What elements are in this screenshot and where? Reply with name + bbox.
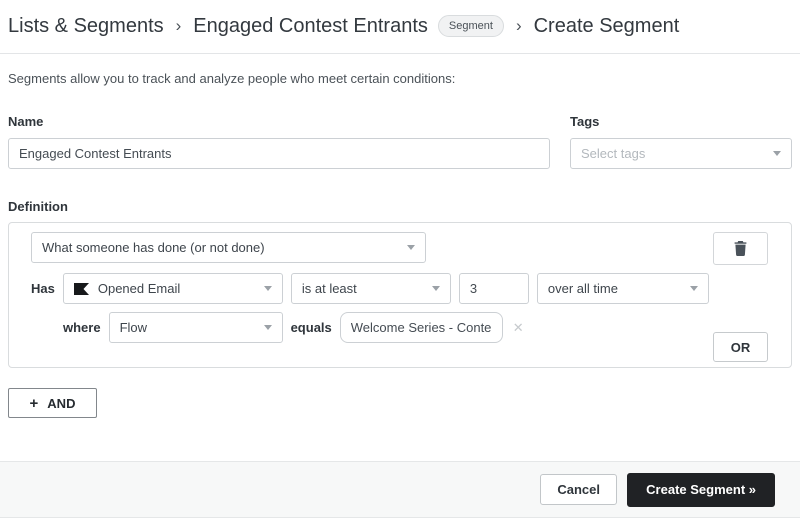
delete-condition-button[interactable]	[713, 232, 768, 265]
breadcrumb-current-page: Create Segment	[534, 12, 680, 40]
caret-down-icon	[432, 286, 440, 291]
caret-down-icon	[264, 325, 272, 330]
property-value: Flow	[120, 320, 147, 335]
add-and-condition-button[interactable]: + AND	[8, 388, 97, 418]
operator-select[interactable]: is at least	[291, 273, 451, 304]
tags-placeholder: Select tags	[581, 146, 645, 161]
metric-select[interactable]: Opened Email	[63, 273, 283, 304]
klaviyo-flag-icon	[74, 283, 89, 295]
metric-condition-row: Has Opened Email is at least over all ti…	[31, 273, 768, 304]
caret-down-icon	[407, 245, 415, 250]
close-icon[interactable]: ✕	[513, 320, 524, 336]
plus-icon: +	[30, 395, 39, 412]
segment-type-badge: Segment	[438, 15, 504, 37]
property-select[interactable]: Flow	[109, 312, 283, 343]
breadcrumb-link-segment-name[interactable]: Engaged Contest Entrants	[193, 12, 428, 40]
tags-field-group: Tags Select tags	[570, 114, 792, 169]
equals-label: equals	[291, 320, 332, 335]
name-tags-row: Name Tags Select tags	[8, 114, 792, 169]
operator-value: is at least	[302, 281, 357, 296]
condition-type-row: What someone has done (or not done)	[31, 232, 768, 265]
count-input[interactable]	[459, 273, 529, 304]
where-label: where	[63, 320, 101, 335]
has-label: Has	[31, 281, 55, 296]
or-button[interactable]: OR	[713, 332, 768, 362]
create-segment-button[interactable]: Create Segment »	[627, 473, 775, 507]
name-label: Name	[8, 114, 550, 129]
property-value-input[interactable]	[340, 312, 503, 343]
breadcrumb-separator: ›	[176, 12, 182, 40]
definition-label: Definition	[8, 199, 792, 214]
caret-down-icon	[264, 286, 272, 291]
name-field-group: Name	[8, 114, 550, 169]
create-segment-page: Lists & Segments › Engaged Contest Entra…	[0, 0, 800, 529]
timeframe-value: over all time	[548, 281, 618, 296]
and-button-label: AND	[47, 396, 75, 411]
timeframe-select[interactable]: over all time	[537, 273, 709, 304]
tags-select[interactable]: Select tags	[570, 138, 792, 169]
condition-type-value: What someone has done (or not done)	[42, 240, 265, 255]
condition-type-select[interactable]: What someone has done (or not done)	[31, 232, 426, 263]
breadcrumb-link-lists-segments[interactable]: Lists & Segments	[8, 12, 164, 40]
segment-name-input[interactable]	[8, 138, 550, 169]
metric-select-value-wrap: Opened Email	[74, 281, 180, 296]
cancel-button[interactable]: Cancel	[540, 474, 617, 505]
intro-text: Segments allow you to track and analyze …	[8, 71, 792, 86]
trash-icon	[734, 241, 747, 256]
breadcrumb-separator: ›	[516, 12, 522, 40]
footer-action-bar: Cancel Create Segment »	[0, 461, 800, 518]
tags-label: Tags	[570, 114, 792, 129]
caret-down-icon	[690, 286, 698, 291]
caret-down-icon	[773, 151, 781, 156]
condition-card: What someone has done (or not done) Has	[8, 222, 792, 368]
metric-value: Opened Email	[98, 281, 180, 296]
breadcrumb: Lists & Segments › Engaged Contest Entra…	[0, 0, 800, 54]
where-filter-row: where Flow equals ✕	[63, 312, 768, 343]
